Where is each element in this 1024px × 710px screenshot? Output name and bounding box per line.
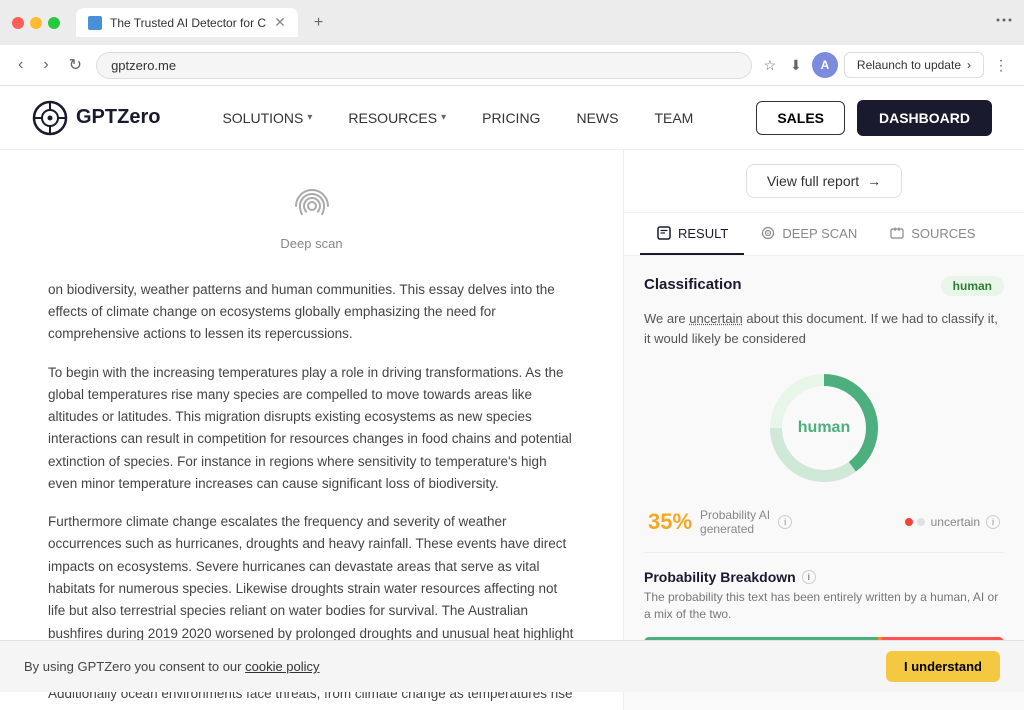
divider	[644, 552, 1004, 553]
minimize-dot[interactable]	[30, 17, 42, 29]
classification-section: Classification human We are uncertain ab…	[644, 276, 1004, 348]
scan-indicator: Deep scan	[48, 182, 575, 255]
probability-percent: 35%	[648, 509, 692, 535]
address-bar[interactable]	[96, 52, 752, 79]
tab-title: The Trusted AI Detector for C	[110, 16, 266, 30]
browser-tab[interactable]: The Trusted AI Detector for C ✕	[76, 8, 298, 37]
relaunch-button[interactable]: Relaunch to update ›	[844, 52, 984, 78]
breakdown-info-icon[interactable]: i	[802, 570, 816, 584]
probability-info-icon[interactable]: i	[778, 515, 792, 529]
paragraph-1: on biodiversity, weather patterns and hu…	[48, 279, 575, 346]
classification-title: Classification	[644, 276, 742, 293]
classification-desc-1: We are	[644, 311, 689, 326]
maximize-dot[interactable]	[48, 17, 60, 29]
tab-deep-scan-label: DEEP SCAN	[782, 226, 857, 241]
main-content: Deep scan on biodiversity, weather patte…	[0, 150, 1024, 710]
nav-items: SOLUTIONS ▾ RESOURCES ▾ PRICING NEWS TEA…	[208, 102, 756, 134]
dot-red	[905, 518, 913, 526]
tab-sources-label: SOURCES	[911, 226, 975, 241]
tab-deep-scan[interactable]: DEEP SCAN	[744, 213, 873, 255]
dashboard-button[interactable]: DASHBOARD	[857, 100, 992, 136]
probability-left: 35% Probability AI generated i	[648, 508, 792, 536]
breakdown-description: The probability this text has been entir…	[644, 589, 1004, 623]
probability-label-line2: generated	[700, 522, 770, 536]
browser-toolbar: ‹ › ↻ ☆ ⬇ A Relaunch to update › ⋮	[0, 45, 1024, 86]
window-controls	[12, 17, 60, 29]
app: GPTZero SOLUTIONS ▾ RESOURCES ▾ PRICING …	[0, 86, 1024, 710]
logo-text: GPTZero	[76, 106, 160, 129]
resources-chevron: ▾	[441, 112, 446, 123]
cookie-bar: By using GPTZero you consent to our cook…	[0, 640, 1024, 692]
logo[interactable]: GPTZero	[32, 100, 160, 136]
nav-team[interactable]: TEAM	[640, 102, 707, 134]
deep-scan-tab-icon	[760, 225, 776, 241]
uncertain-label: uncertain	[931, 515, 980, 529]
probability-dots	[905, 518, 925, 526]
tab-result-label: RESULT	[678, 226, 728, 241]
forward-button[interactable]: ›	[37, 52, 54, 78]
tab-sources[interactable]: SOURCES	[873, 213, 991, 255]
tabs-bar: RESULT DEEP SCAN SOURCES	[624, 213, 1024, 256]
solutions-chevron: ▾	[307, 112, 312, 123]
tab-favicon	[88, 16, 102, 30]
paragraph-2: To begin with the increasing temperature…	[48, 362, 575, 496]
human-badge: human	[941, 276, 1004, 296]
navbar: GPTZero SOLUTIONS ▾ RESOURCES ▾ PRICING …	[0, 86, 1024, 150]
nav-pricing[interactable]: PRICING	[468, 102, 554, 134]
sales-button[interactable]: SALES	[756, 101, 845, 135]
uncertain-word: uncertain	[689, 311, 742, 326]
view-report-label: View full report	[767, 173, 859, 189]
reload-button[interactable]: ↻	[63, 51, 88, 79]
donut-chart-container: human	[644, 368, 1004, 488]
browser-menu-button[interactable]: ⋮	[990, 55, 1012, 76]
view-full-report-button[interactable]: View full report →	[746, 164, 902, 198]
sources-tab-icon	[889, 225, 905, 241]
logo-icon	[32, 100, 68, 136]
right-panel: View full report → RESULT DEEP SCAN	[624, 150, 1024, 710]
browser-menu-icon[interactable]	[996, 12, 1012, 33]
tab-result[interactable]: RESULT	[640, 213, 744, 255]
nav-resources[interactable]: RESOURCES ▾	[334, 102, 460, 134]
result-tab-icon	[656, 225, 672, 241]
classification-description: We are uncertain about this document. If…	[644, 309, 1004, 348]
scan-label: Deep scan	[280, 234, 342, 255]
nav-news[interactable]: NEWS	[562, 102, 632, 134]
left-panel: Deep scan on biodiversity, weather patte…	[0, 150, 624, 710]
view-report-arrow: →	[867, 173, 881, 189]
uncertain-info-icon[interactable]: i	[986, 515, 1000, 529]
probability-row: 35% Probability AI generated i uncertain	[644, 508, 1004, 536]
relaunch-label: Relaunch to update	[857, 58, 961, 72]
understand-button[interactable]: I understand	[886, 651, 1000, 682]
breakdown-title: Probability Breakdown i	[644, 569, 1004, 585]
relaunch-arrow: ›	[967, 58, 971, 72]
nav-actions: SALES DASHBOARD	[756, 100, 992, 136]
dot-gray	[917, 518, 925, 526]
probability-label-line1: Probability AI	[700, 508, 770, 522]
close-dot[interactable]	[12, 17, 24, 29]
donut-center-label: human	[798, 419, 850, 437]
tab-close-icon[interactable]: ✕	[274, 14, 286, 31]
cookie-policy-link[interactable]: cookie policy	[245, 659, 319, 674]
document-area: Deep scan on biodiversity, weather patte…	[0, 150, 623, 710]
view-report-bar: View full report →	[624, 150, 1024, 213]
fingerprint-icon	[288, 182, 336, 230]
browser-chrome: The Trusted AI Detector for C ✕ + ‹ › ↻ …	[0, 0, 1024, 86]
toolbar-actions: ☆ ⬇ A Relaunch to update › ⋮	[760, 52, 1012, 78]
back-button[interactable]: ‹	[12, 52, 29, 78]
bookmark-icon[interactable]: ☆	[760, 55, 780, 75]
donut-chart: human	[764, 368, 884, 488]
new-tab-button[interactable]: +	[306, 10, 331, 36]
download-icon[interactable]: ⬇	[786, 55, 806, 75]
probability-right: uncertain i	[905, 515, 1000, 529]
cookie-text: By using GPTZero you consent to our cook…	[24, 659, 320, 674]
nav-solutions[interactable]: SOLUTIONS ▾	[208, 102, 326, 134]
user-avatar[interactable]: A	[812, 52, 838, 78]
